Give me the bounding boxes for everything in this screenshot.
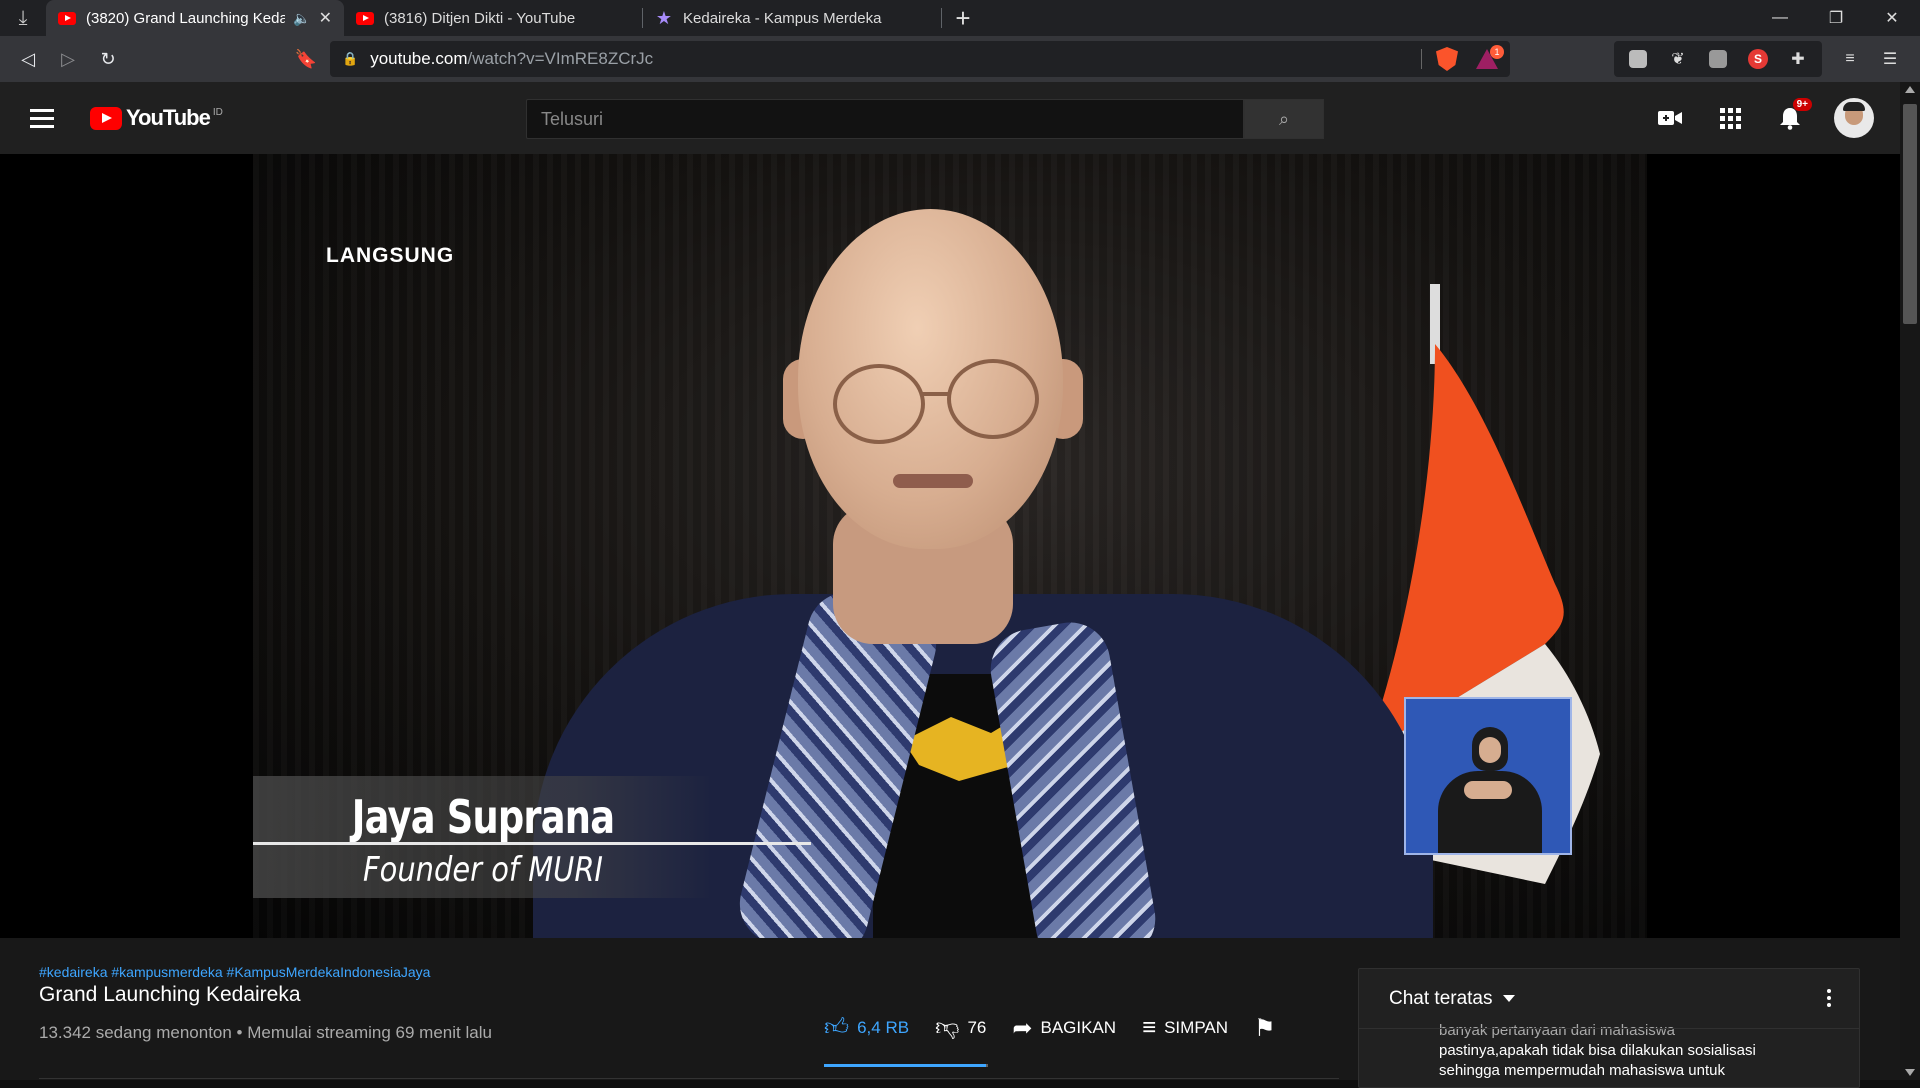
action-bar: 👍︎ 6,4 RB 👎︎ 76 ➦ BAGIKAN ≡ SIMPAN ⚑: [824, 1008, 1310, 1048]
tab-title: (3816) Ditjen Dikti - YouTube: [384, 9, 576, 27]
dislike-button[interactable]: 👎︎ 76: [935, 1014, 986, 1042]
reload-icon[interactable]: ↻: [88, 39, 128, 79]
scroll-thumb[interactable]: [1903, 104, 1917, 324]
window-controls: — ❐ ✕: [1752, 0, 1920, 36]
download-icon[interactable]: ⤓: [0, 0, 46, 36]
chat-header[interactable]: Chat teratas: [1359, 969, 1859, 1029]
tab-title: (3820) Grand Launching Kedaireka: [86, 9, 286, 27]
close-tab-icon[interactable]: ✕: [319, 8, 332, 28]
sign-language-interpreter: [1404, 697, 1572, 855]
search-input[interactable]: [541, 108, 1243, 130]
kedaireka-favicon-icon: ★: [655, 7, 673, 28]
flag-icon: ⚑: [1254, 1014, 1276, 1042]
live-label: LANGSUNG: [326, 244, 455, 267]
share-button[interactable]: ➦ BAGIKAN: [1012, 1014, 1116, 1043]
bird-extension-icon[interactable]: ❦: [1658, 41, 1698, 77]
like-button[interactable]: 👍︎ 6,4 RB: [824, 1014, 909, 1042]
omnibox-divider: [1421, 49, 1422, 69]
video-player[interactable]: LANGSUNG Jaya Suprana Founder of MURI: [0, 154, 1900, 938]
dropdown-caret-icon: [1502, 995, 1515, 1002]
region-code: ID: [212, 106, 223, 118]
s-extension-icon[interactable]: S: [1738, 41, 1778, 77]
divider: [39, 1078, 1339, 1079]
media-controls-icon[interactable]: ≡: [1830, 41, 1870, 77]
glasses-bridge: [921, 392, 951, 396]
puzzle-extensions-icon[interactable]: ✚: [1778, 41, 1818, 77]
scroll-down-icon[interactable]: [1905, 1069, 1915, 1076]
tab-title: Kedaireka - Kampus Merdeka: [683, 9, 882, 27]
youtube-play-icon: [90, 106, 122, 130]
chat-mode-label: Chat teratas: [1389, 987, 1493, 1009]
video-title: Grand Launching Kedaireka: [39, 983, 301, 1006]
chat-message-line: sehingga mempermudah mahasiswa untuk: [1439, 1062, 1725, 1079]
dislike-count: 76: [967, 1018, 987, 1037]
browser-menu-icon[interactable]: ☰: [1870, 41, 1910, 77]
forward-icon[interactable]: ▷: [48, 39, 88, 79]
save-label: SIMPAN: [1164, 1018, 1229, 1037]
minimize-icon[interactable]: —: [1752, 0, 1808, 36]
lower-third-line: [253, 842, 811, 845]
extensions-pinned: ❦ S ✚: [1614, 41, 1822, 77]
more-options-icon[interactable]: [1827, 989, 1831, 1007]
notification-badge: 9+: [1792, 98, 1812, 111]
youtube-logo[interactable]: YouTube ID: [90, 105, 223, 131]
search-box: [526, 99, 1244, 139]
scroll-up-icon[interactable]: [1905, 86, 1915, 93]
bookmark-icon[interactable]: 🔖: [288, 41, 324, 77]
report-button[interactable]: ⚑: [1254, 1014, 1284, 1043]
tab-ditjen-dikti[interactable]: (3816) Ditjen Dikti - YouTube: [344, 0, 642, 36]
glasses-right-lens: [947, 359, 1039, 439]
tab-kedaireka[interactable]: ★ Kedaireka - Kampus Merdeka: [643, 0, 941, 36]
lower-third-name: Jaya Suprana: [351, 790, 615, 844]
brave-shields-icon[interactable]: [1436, 47, 1458, 71]
apps-grid-icon[interactable]: [1700, 98, 1760, 138]
url-path: /watch?v=VImRE8ZCrJc: [467, 49, 654, 68]
hashtags[interactable]: #kedaireka #kampusmerdeka #KampusMerdeka…: [39, 964, 430, 980]
like-count: 6,4 RB: [857, 1018, 910, 1037]
live-chat: Chat teratas banyak pertanyaan dari maha…: [1358, 968, 1860, 1088]
search-icon: ⌕: [1278, 108, 1290, 129]
view-count: 13.342 sedang menonton • Memulai streami…: [39, 1023, 492, 1042]
video-frame: LANGSUNG Jaya Suprana Founder of MURI: [253, 154, 1647, 938]
hamburger-menu-icon[interactable]: [30, 108, 60, 128]
thumbs-up-icon: 👍︎: [824, 1014, 850, 1041]
chat-message: banyak pertanyaan dari mahasiswa pastiny…: [1359, 1021, 1859, 1081]
avatar[interactable]: [1834, 98, 1874, 138]
playlist-add-icon: ≡: [1142, 1014, 1157, 1041]
like-ratio-bar: [824, 1064, 987, 1067]
lower-third-role: Founder of MURI: [363, 850, 603, 890]
notifications-bell-icon[interactable]: 9+: [1760, 98, 1820, 138]
browser-tabstrip: ⤓ (3820) Grand Launching Kedaireka 🔈 ✕ (…: [0, 0, 1920, 36]
url-host: youtube.com: [370, 49, 468, 68]
youtube-favicon-icon: [58, 11, 76, 25]
address-bar[interactable]: 🔒 youtube.com/watch?v=VImRE8ZCrJc 1: [330, 41, 1510, 77]
search-button[interactable]: ⌕: [1244, 99, 1324, 139]
share-arrow-icon: ➦: [1012, 1014, 1033, 1042]
grey-extension-icon[interactable]: [1698, 41, 1738, 77]
speaker-icon[interactable]: 🔈: [293, 10, 310, 27]
youtube-header: YouTube ID ⌕ 9+: [0, 82, 1920, 154]
logo-wordmark: YouTube: [126, 105, 211, 130]
glasses-left-lens: [833, 364, 925, 444]
header-actions: 9+: [1640, 98, 1874, 138]
chat-message-line: pastinya,apakah tidak bisa dilakukan sos…: [1439, 1042, 1756, 1059]
shield-extension-icon[interactable]: [1618, 41, 1658, 77]
thumbs-down-icon: 👎︎: [935, 1014, 960, 1041]
close-window-icon[interactable]: ✕: [1864, 0, 1920, 36]
extensions-area: ❦ S ✚ ≡ ☰: [1614, 41, 1910, 77]
new-tab-button[interactable]: +: [942, 0, 984, 36]
back-icon[interactable]: ◁: [8, 39, 48, 79]
youtube-favicon-icon: [356, 11, 374, 25]
save-button[interactable]: ≡ SIMPAN: [1142, 1014, 1228, 1042]
lock-icon[interactable]: 🔒: [342, 51, 358, 67]
rewards-badge: 1: [1490, 45, 1504, 59]
share-label: BAGIKAN: [1040, 1018, 1117, 1037]
tab-grand-launching[interactable]: (3820) Grand Launching Kedaireka 🔈 ✕: [46, 0, 344, 36]
restore-icon[interactable]: ❐: [1808, 0, 1864, 36]
page-scrollbar[interactable]: [1900, 82, 1920, 1080]
speaker-mouth: [893, 474, 973, 488]
create-video-icon[interactable]: [1640, 98, 1700, 138]
